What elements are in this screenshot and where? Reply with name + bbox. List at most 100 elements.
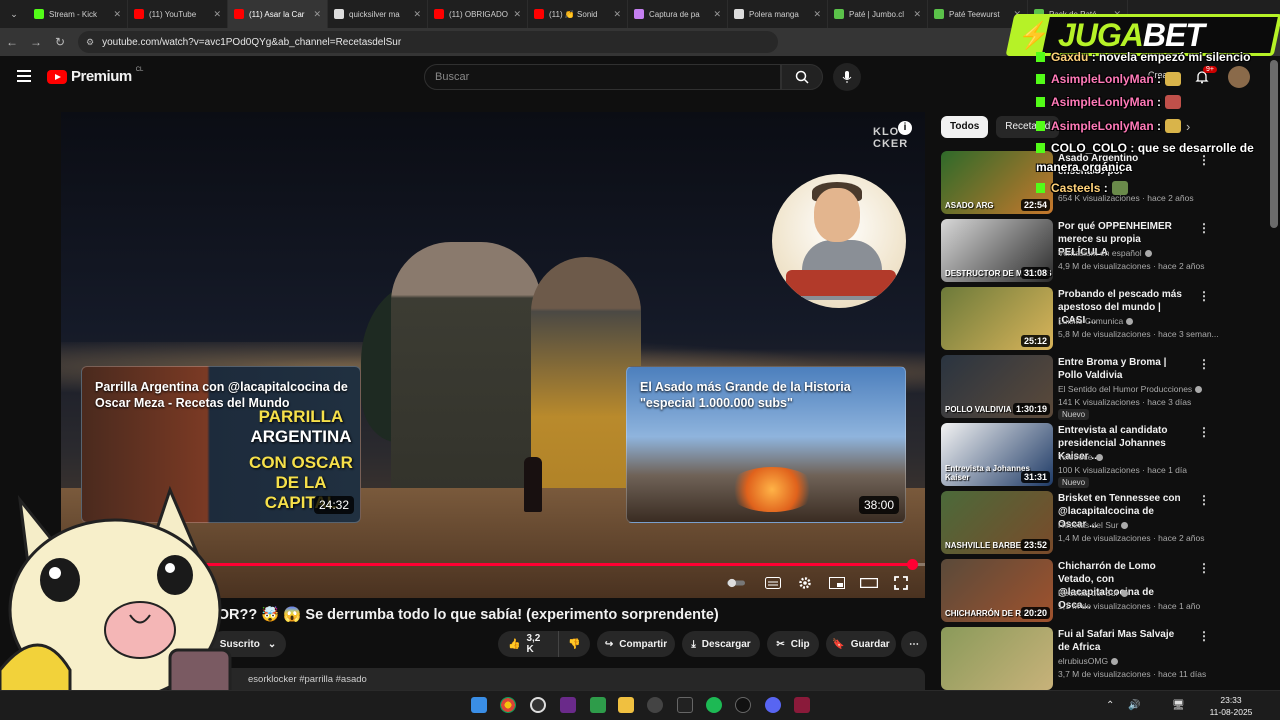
fullscreen-button[interactable]: [892, 575, 910, 591]
tab-close-icon[interactable]: ✕: [613, 9, 621, 20]
channel-name[interactable]: Teletrece: [1058, 452, 1103, 462]
notifications-button[interactable]: 9+: [1195, 66, 1217, 89]
chevron-right-icon[interactable]: ›: [1186, 119, 1190, 134]
browser-tab[interactable]: (11) YouTube ✕: [128, 0, 228, 28]
video-thumbnail[interactable]: [941, 627, 1053, 690]
video-thumbnail[interactable]: POLLO VALDIVIA 1:30:19: [941, 355, 1053, 418]
chip-all[interactable]: Todos: [941, 116, 989, 138]
more-vert-icon[interactable]: ⋮: [1198, 289, 1210, 303]
menu-icon[interactable]: [17, 70, 31, 85]
browser-tab[interactable]: (11) Asar la Car ✕: [228, 0, 328, 28]
more-vert-icon[interactable]: ⋮: [1198, 221, 1210, 235]
browser-tab[interactable]: quicksilver ma ✕: [328, 0, 428, 28]
recommendation-item[interactable]: Entrevista a Johannes Kaiser 31:31 Entrevi…: [941, 423, 1213, 488]
tab-close-icon[interactable]: ✕: [513, 9, 521, 20]
tab-close-icon[interactable]: ✕: [413, 9, 421, 20]
video-thumbnail[interactable]: 25:12: [941, 287, 1053, 350]
start-icon[interactable]: [471, 697, 487, 713]
channel-avatar-endcard[interactable]: [772, 174, 906, 308]
c-app-icon[interactable]: [530, 697, 546, 713]
forward-icon[interactable]: →: [24, 35, 48, 49]
tab-list-icon[interactable]: ⌄: [0, 0, 28, 28]
more-actions-button[interactable]: ⋯: [901, 631, 927, 657]
visual-studio-icon[interactable]: [560, 697, 576, 713]
browser-tab[interactable]: Paté | Jumbo.cl ✕: [828, 0, 928, 28]
video-thumbnail[interactable]: NASHVILLE BARBE 23:52: [941, 491, 1053, 554]
description-box[interactable]: esorklocker #parrilla #asado: [200, 668, 925, 690]
channel-name[interactable]: Luisito Comunica: [1058, 316, 1134, 326]
recommendation-item[interactable]: NASHVILLE BARBE 23:52 Brisket en Tennessee…: [941, 491, 1213, 555]
video-thumbnail[interactable]: Entrevista a Johannes Kaiser 31:31: [941, 423, 1053, 486]
volume-icon[interactable]: 🔊: [1128, 700, 1140, 711]
theater-mode-button[interactable]: [860, 575, 878, 591]
more-vert-icon[interactable]: ⋮: [1198, 153, 1210, 167]
obs-icon[interactable]: [647, 697, 663, 713]
save-button[interactable]: 🔖 Guardar: [826, 631, 896, 657]
tab-close-icon[interactable]: ✕: [213, 9, 221, 20]
dislike-button[interactable]: 👎: [558, 631, 590, 657]
more-vert-icon[interactable]: ⋮: [1198, 561, 1210, 575]
system-clock[interactable]: 23:33 11-08-2025: [1209, 694, 1253, 718]
recommendation-item[interactable]: POLLO VALDIVIA 1:30:19 Entre Broma y Broma…: [941, 355, 1213, 420]
recommendation-item[interactable]: Fui al Safari Mas Salvaje de Africa elrub…: [941, 627, 1213, 691]
info-icon[interactable]: i: [898, 121, 912, 135]
tab-close-icon[interactable]: ✕: [113, 9, 121, 20]
recommendation-item[interactable]: CHICHARRÓN DE RIB EYE 20:20 Chicharrón de …: [941, 559, 1213, 623]
search-input[interactable]: Buscar: [424, 64, 781, 90]
recommendation-item[interactable]: 25:12 Probando el pescado más apestoso de…: [941, 287, 1219, 351]
browser-tab[interactable]: Captura de pa ✕: [628, 0, 728, 28]
lightning-icon: ⚡: [1018, 20, 1051, 50]
tray-chevron-icon[interactable]: ⌃: [1106, 700, 1114, 711]
page-scrollbar[interactable]: [1270, 60, 1278, 228]
recommendation-item[interactable]: DESTRUCTOR DE MUNDOS 31:08 Por qué OPPENHE…: [941, 219, 1213, 283]
settings-button[interactable]: [796, 575, 814, 591]
g-app-icon[interactable]: [677, 697, 693, 713]
tab-close-icon[interactable]: ✕: [313, 9, 321, 20]
video-thumbnail[interactable]: DESTRUCTOR DE MUNDOS 31:08: [941, 219, 1053, 282]
search-button[interactable]: [781, 64, 823, 90]
app-icon[interactable]: [794, 697, 810, 713]
more-vert-icon[interactable]: ⋮: [1198, 493, 1210, 507]
network-icon[interactable]: 🖥: [1172, 700, 1185, 711]
browser-tab[interactable]: Stream - Kick ✕: [28, 0, 128, 28]
spreadsheet-icon[interactable]: [590, 697, 606, 713]
steam-icon[interactable]: [735, 697, 751, 713]
share-button[interactable]: ↪ Compartir: [597, 631, 675, 657]
video-thumbnail[interactable]: CHICHARRÓN DE RIB EYE 20:20: [941, 559, 1053, 622]
back-icon[interactable]: ←: [0, 35, 24, 49]
account-avatar[interactable]: [1228, 66, 1250, 88]
channel-name[interactable]: Recetas del Sur: [1058, 588, 1129, 598]
tab-close-icon[interactable]: ✕: [713, 9, 721, 20]
chrome-icon[interactable]: [500, 697, 516, 713]
miniplayer-button[interactable]: [828, 575, 846, 591]
voice-search-button[interactable]: [833, 63, 861, 91]
more-vert-icon[interactable]: ⋮: [1198, 357, 1210, 371]
discord-icon[interactable]: [765, 697, 781, 713]
more-vert-icon[interactable]: ⋮: [1198, 425, 1210, 439]
site-settings-icon[interactable]: ⚙: [86, 37, 94, 48]
video-title[interactable]: Entre Broma y Broma | Pollo Valdivia: [1058, 356, 1183, 382]
video-title[interactable]: Fui al Safari Mas Salvaje de Africa: [1058, 628, 1183, 654]
folder-icon[interactable]: [618, 697, 634, 713]
youtube-logo[interactable]: Premium CL: [47, 67, 143, 85]
tab-close-icon[interactable]: ✕: [913, 9, 921, 20]
subtitles-button[interactable]: [764, 575, 782, 591]
channel-name[interactable]: elrubiusOMG: [1058, 656, 1119, 666]
tab-close-icon[interactable]: ✕: [813, 9, 821, 20]
scrubber-handle[interactable]: [907, 559, 919, 570]
endcard-video-2[interactable]: El Asado más Grande de la Historia "espe…: [626, 366, 906, 523]
clip-button[interactable]: ✂ Clip: [767, 631, 819, 657]
autoplay-toggle[interactable]: [727, 575, 745, 591]
channel-name[interactable]: Recetas del Sur: [1058, 520, 1129, 530]
download-button[interactable]: ⤓ Descargar: [682, 631, 760, 657]
like-button[interactable]: 👍 3,2 K: [498, 631, 558, 657]
address-bar[interactable]: ⚙ youtube.com/watch?v=avc1POd0QYg&ab_cha…: [78, 31, 778, 53]
channel-name[interactable]: El Sentido del Humor Producciones: [1058, 384, 1203, 394]
more-vert-icon[interactable]: ⋮: [1198, 629, 1210, 643]
reload-icon[interactable]: ↻: [48, 35, 72, 49]
browser-tab[interactable]: (11) 👏 Sonid ✕: [528, 0, 628, 28]
channel-name[interactable]: Veritasium en español: [1058, 248, 1152, 258]
browser-tab[interactable]: Polera manga ✕: [728, 0, 828, 28]
spotify-icon[interactable]: [706, 697, 722, 713]
browser-tab[interactable]: (11) OBRIGADO ✕: [428, 0, 528, 28]
